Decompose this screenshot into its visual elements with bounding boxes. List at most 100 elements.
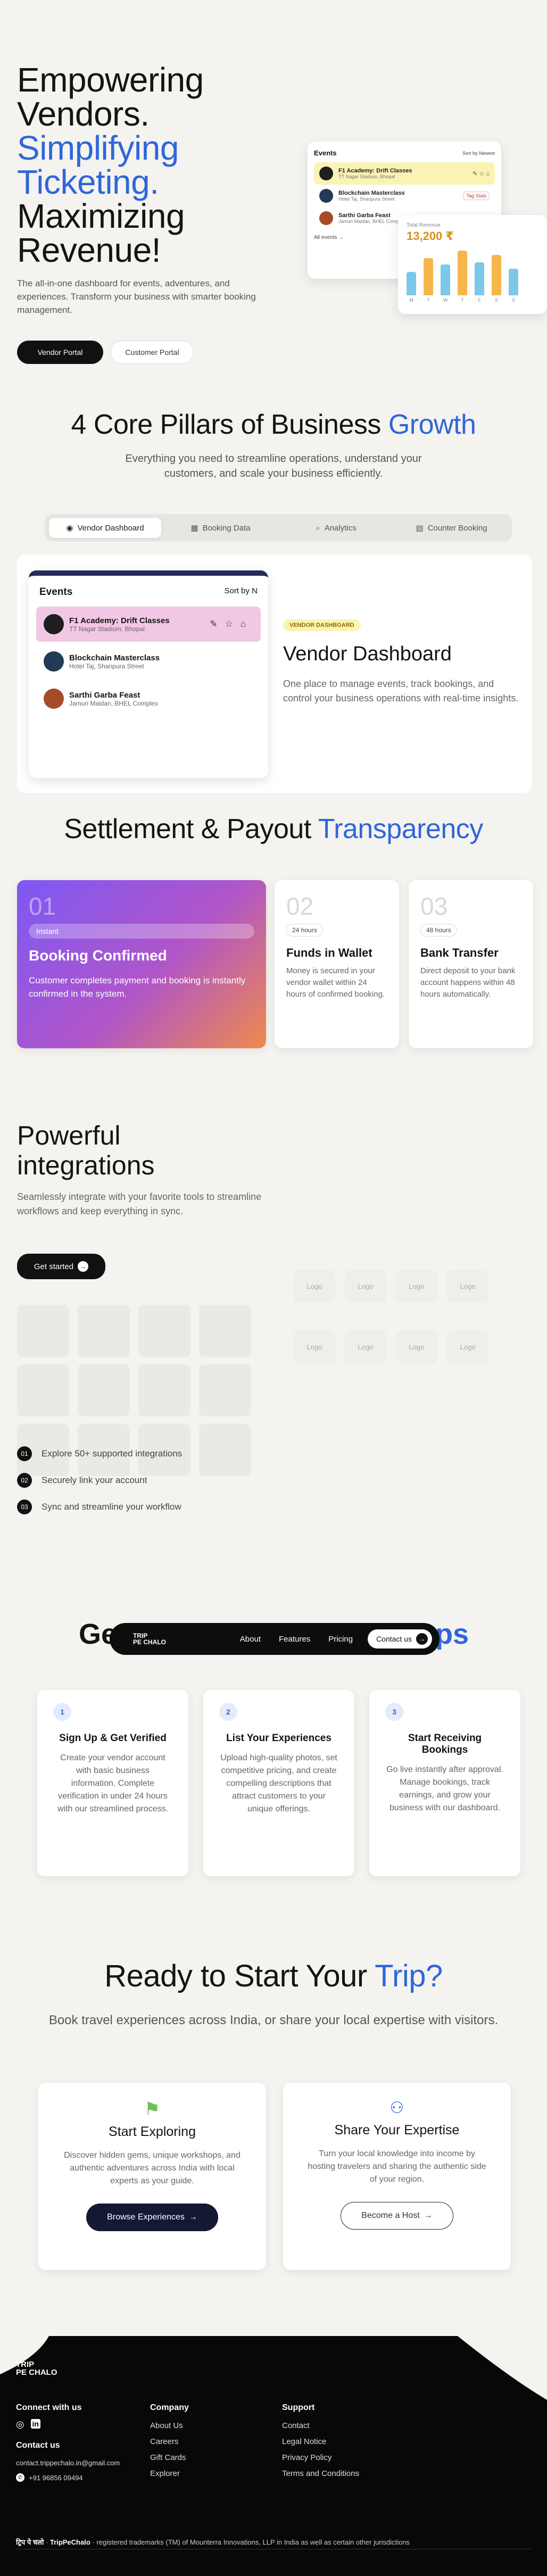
nav-pricing[interactable]: Pricing bbox=[328, 1635, 353, 1644]
list-item: 03 Sync and streamline your workflow bbox=[17, 1500, 182, 1514]
card-title: Bank Transfer bbox=[420, 946, 499, 959]
events-title: Events bbox=[314, 149, 337, 157]
nav-features[interactable]: Features bbox=[279, 1635, 310, 1644]
footer-link[interactable]: Contact bbox=[282, 2421, 359, 2430]
event-name: Sarthi Garba Feast bbox=[69, 690, 140, 700]
footer-link[interactable]: Legal Notice bbox=[282, 2437, 359, 2446]
tab-vendor-dashboard[interactable]: ◉ Vendor Dashboard bbox=[49, 518, 161, 538]
tab-counter-booking[interactable]: ▤ Counter Booking bbox=[395, 518, 508, 538]
step-number: 02 bbox=[286, 892, 314, 920]
pillar-tabs: ◉ Vendor Dashboard ▦ Booking Data ⌕ Analyti… bbox=[45, 514, 512, 542]
integration-logo[interactable]: Logo bbox=[294, 1270, 335, 1303]
day-label: S bbox=[494, 297, 498, 303]
revenue-bar bbox=[424, 258, 433, 295]
arrow-right-icon: → bbox=[424, 2211, 433, 2220]
footer-link[interactable]: Terms and Conditions bbox=[282, 2469, 359, 2478]
integration-tile[interactable] bbox=[17, 1305, 69, 1357]
status-badge: Tag Stats bbox=[463, 192, 490, 200]
event-row[interactable]: F1 Academy: Drift Classes TT Nagar Stadiu… bbox=[314, 162, 495, 185]
event-place: TT Nagar Stadium, Bhopal bbox=[69, 625, 145, 633]
arrow-right-icon: → bbox=[416, 1633, 428, 1645]
hero-title-line: Ticketing. bbox=[17, 163, 159, 201]
card-description: Direct deposit to your bank account happ… bbox=[420, 966, 516, 999]
footer-logo[interactable]: TRIP PE CHALO bbox=[16, 2360, 57, 2376]
day-label: S bbox=[511, 297, 515, 303]
revenue-bar bbox=[441, 264, 450, 295]
integration-logo[interactable]: Logo bbox=[345, 1330, 386, 1363]
integration-logo[interactable]: Logo bbox=[396, 1270, 437, 1303]
integration-tile[interactable] bbox=[17, 1364, 69, 1417]
users-icon: ⚇ bbox=[389, 2099, 404, 2117]
panel-events-card: Events Sort by N F1 Academy: Drift Class… bbox=[29, 570, 268, 778]
sort-dropdown[interactable]: Sort by N bbox=[224, 586, 258, 598]
get-started-button[interactable]: Get started → bbox=[17, 1254, 105, 1279]
contact-button[interactable]: Contact us → bbox=[368, 1629, 432, 1649]
linkedin-icon[interactable]: in bbox=[30, 2419, 40, 2429]
integration-logo[interactable]: Logo bbox=[345, 1270, 386, 1303]
revenue-bar bbox=[407, 272, 416, 295]
navbar: TRIP PE CHALO About Features Pricing Cont… bbox=[110, 1623, 440, 1655]
become-host-button[interactable]: Become a Host → bbox=[341, 2202, 453, 2230]
integration-tile[interactable] bbox=[78, 1305, 130, 1357]
event-row[interactable]: Sarthi Garba Feast Jamuri Maidan, BHEL Co… bbox=[36, 681, 261, 716]
edit-icon[interactable]: ✎☆⌂ bbox=[210, 619, 253, 629]
integration-tile[interactable] bbox=[138, 1305, 190, 1357]
dashboard-icon: ◉ bbox=[66, 524, 73, 533]
footer-connect-title: Connect with us bbox=[16, 2403, 82, 2412]
event-row[interactable]: Blockchain Masterclass Hotel Taj, Shanpur… bbox=[314, 185, 495, 207]
payout-card-wallet: 02 24 hours Funds in Wallet Money is sec… bbox=[275, 880, 399, 1048]
card-description: Customer completes payment and booking i… bbox=[29, 975, 246, 999]
sort-dropdown[interactable]: Sort by Newest bbox=[462, 151, 495, 156]
hero-title-line: Simplifying bbox=[17, 129, 179, 167]
footer-link[interactable]: Explorer bbox=[150, 2469, 189, 2478]
event-place: Hotel Taj, Shanpura Street bbox=[69, 662, 144, 670]
hero-title-line: Vendors. bbox=[17, 95, 150, 133]
event-row[interactable]: F1 Academy: Drift Classes TT Nagar Stadiu… bbox=[36, 607, 261, 642]
nav-about[interactable]: About bbox=[240, 1635, 261, 1644]
integration-logo[interactable]: Logo bbox=[447, 1330, 488, 1363]
integration-tile[interactable] bbox=[138, 1364, 190, 1417]
footer-phone[interactable]: +91 96856 09494 bbox=[29, 2474, 83, 2482]
integration-tile[interactable] bbox=[199, 1364, 251, 1417]
event-row[interactable]: Blockchain Masterclass Hotel Taj, Shanpur… bbox=[36, 644, 261, 679]
event-place: Jamuri Maidan, BHEL Complex bbox=[69, 699, 158, 707]
event-name: Blockchain Masterclass bbox=[69, 653, 160, 662]
hero-title: Empowering Vendors. Simplifying Ticketin… bbox=[17, 63, 204, 267]
step-description: Upload high-quality photos, set competit… bbox=[220, 1753, 337, 1813]
event-name: F1 Academy: Drift Classes bbox=[69, 616, 170, 625]
instagram-icon[interactable]: ◎ bbox=[16, 2419, 24, 2430]
event-name: F1 Academy: Drift Classes bbox=[338, 168, 412, 174]
integration-logo[interactable]: Logo bbox=[447, 1270, 488, 1303]
integration-tile[interactable] bbox=[199, 1424, 251, 1476]
footer-link[interactable]: Privacy Policy bbox=[282, 2453, 359, 2462]
integration-tile[interactable] bbox=[199, 1305, 251, 1357]
edit-icon[interactable]: ✎ ☆ ⌂ bbox=[473, 170, 490, 177]
event-name: Sarthi Garba Feast bbox=[338, 212, 391, 219]
status-badge: 48 hours bbox=[420, 924, 457, 937]
browse-experiences-button[interactable]: Browse Experiences → bbox=[86, 2204, 218, 2231]
revenue-bar bbox=[458, 251, 467, 295]
customer-portal-button[interactable]: Customer Portal bbox=[111, 341, 194, 364]
cta-card-explore: ⚑ Start Exploring Discover hidden gems, … bbox=[38, 2083, 266, 2270]
integration-tile[interactable] bbox=[78, 1364, 130, 1417]
tab-analytics[interactable]: ⌕ Analytics bbox=[280, 518, 392, 538]
footer-contact-title: Contact us bbox=[16, 2441, 60, 2450]
tab-booking-data[interactable]: ▦ Booking Data bbox=[164, 518, 277, 538]
integration-logo[interactable]: Logo bbox=[396, 1330, 437, 1363]
footer-link[interactable]: About Us bbox=[150, 2421, 189, 2430]
card-description: Turn your local knowledge into income by… bbox=[308, 2149, 486, 2184]
avatar bbox=[319, 167, 333, 180]
revenue-bars bbox=[407, 247, 538, 295]
vendor-portal-button[interactable]: Vendor Portal bbox=[17, 341, 103, 364]
footer-link[interactable]: Careers bbox=[150, 2437, 189, 2446]
hero-subtitle: The all-in-one dashboard for events, adv… bbox=[17, 278, 256, 315]
events-title: Events bbox=[39, 586, 73, 598]
search-icon: ⌕ bbox=[316, 523, 320, 533]
day-label: F bbox=[478, 297, 481, 303]
logo[interactable]: TRIP PE CHALO bbox=[133, 1633, 166, 1645]
revenue-bar bbox=[492, 255, 501, 295]
day-label: M bbox=[409, 297, 413, 303]
footer-link[interactable]: Gift Cards bbox=[150, 2453, 189, 2462]
integration-logo[interactable]: Logo bbox=[294, 1330, 335, 1363]
footer-email[interactable]: contact.trippechalo.in@gmail.com bbox=[16, 2459, 120, 2467]
